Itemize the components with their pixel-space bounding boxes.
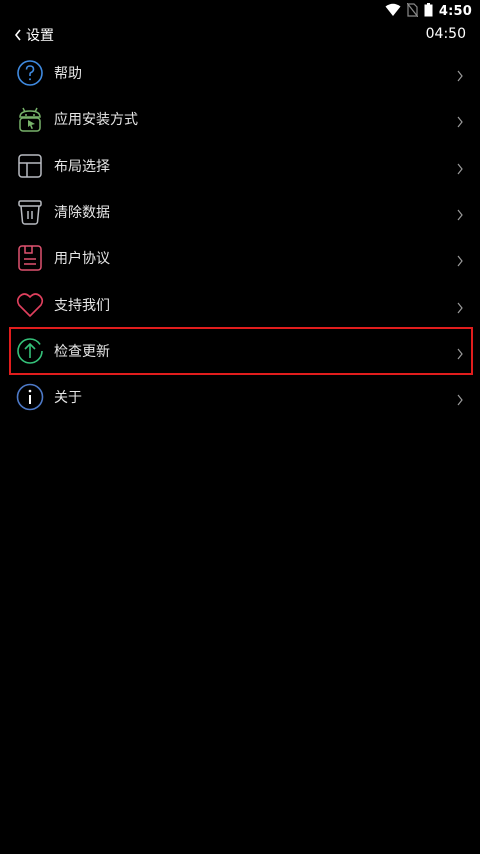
chevron-right-icon (456, 345, 464, 360)
chevron-left-icon (14, 26, 22, 45)
info-icon (16, 383, 44, 411)
chevron-right-icon (456, 160, 464, 175)
layout-icon (16, 152, 44, 180)
document-icon (16, 244, 44, 272)
menu-item-label: 应用安装方式 (54, 112, 138, 129)
back-button[interactable]: 设置 (14, 24, 54, 46)
chevron-right-icon (456, 113, 464, 128)
no-sim-icon (406, 2, 419, 21)
menu-item-support-us[interactable]: 支持我们 (10, 281, 472, 327)
menu-item-layout[interactable]: 布局选择 (10, 143, 472, 189)
menu-item-clear-data[interactable]: 清除数据 (10, 189, 472, 235)
topbar: 设置 04:50 (0, 22, 480, 48)
help-icon (16, 59, 44, 87)
wifi-icon (385, 2, 401, 21)
trash-icon (16, 198, 44, 226)
menu-item-label: 帮助 (54, 66, 82, 83)
menu-item-label: 检查更新 (54, 343, 110, 360)
status-time: 4:50 (438, 3, 472, 19)
status-bar: 4:50 (0, 0, 480, 22)
chevron-right-icon (456, 391, 464, 406)
clock: 04:50 (425, 26, 466, 42)
menu-item-about[interactable]: 关于 (10, 374, 472, 420)
settings-menu: 帮助 应用安装方式 布局选择 清除数据 用户协议 支持我们 检查更新 关于 (9, 50, 473, 420)
heart-icon (16, 291, 44, 319)
menu-item-install-method[interactable]: 应用安装方式 (10, 96, 472, 142)
menu-item-check-update[interactable]: 检查更新 (9, 326, 473, 376)
battery-icon (424, 2, 433, 21)
menu-item-label: 支持我们 (54, 297, 110, 314)
status-icons: 4:50 (385, 2, 472, 20)
menu-item-label: 关于 (54, 390, 82, 407)
page-title: 设置 (26, 28, 54, 44)
menu-item-help[interactable]: 帮助 (10, 50, 472, 96)
menu-item-label: 布局选择 (54, 158, 110, 175)
chevron-right-icon (456, 252, 464, 267)
menu-item-user-agreement[interactable]: 用户协议 (10, 235, 472, 281)
menu-item-label: 用户协议 (54, 251, 110, 268)
chevron-right-icon (456, 299, 464, 313)
menu-item-label: 清除数据 (54, 205, 110, 222)
android-icon (16, 105, 44, 133)
chevron-right-icon (456, 206, 464, 221)
chevron-right-icon (456, 67, 464, 82)
upload-arrow-icon (16, 337, 44, 365)
